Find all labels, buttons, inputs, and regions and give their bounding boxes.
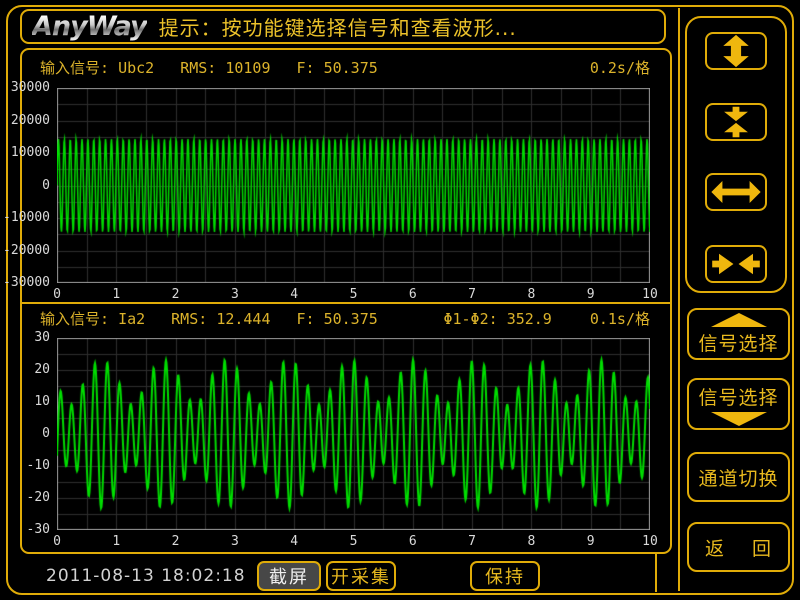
compress-vertical-icon <box>710 105 762 139</box>
compress-horizontal-button[interactable] <box>705 245 767 283</box>
lower-signal-readout: 输入信号: Ia2 <box>40 308 145 329</box>
signal-select-down-label: 信号选择 <box>698 383 778 410</box>
expand-vertical-icon <box>710 34 762 68</box>
lower-panel-header: 输入信号: Ia2 RMS: 12.444 F: 50.375 Φ1-Φ2: 3… <box>40 308 650 329</box>
waveform-area: 输入信号: Ubc2 RMS: 10109 F: 50.375 0.2s/格 3… <box>20 48 672 554</box>
lower-waveform-plot: 3020100-10-20-30 012345678910 <box>57 338 650 530</box>
back-label-left: 返 <box>705 534 725 561</box>
hint-text: 提示：按功能键选择信号和查看波形... <box>159 12 517 41</box>
upper-waveform-canvas <box>57 88 650 283</box>
upper-rms-readout: RMS: 10109 <box>180 59 270 77</box>
lower-waveform-canvas <box>57 338 650 530</box>
bottom-bar-separator <box>655 554 657 592</box>
brand-logo: AnyWay <box>32 11 147 42</box>
upper-waveform-plot: 3000020000100000-10000-20000-30000 01234… <box>57 88 650 283</box>
expand-horizontal-icon <box>710 175 762 209</box>
triangle-down-icon <box>711 412 767 426</box>
triangle-up-icon <box>711 313 767 327</box>
lower-freq-readout: F: 50.375 <box>297 310 378 328</box>
compress-vertical-button[interactable] <box>705 103 767 141</box>
channel-switch-label: 通道切换 <box>698 464 778 491</box>
channel-switch-button[interactable]: 通道切换 <box>687 452 790 502</box>
header-bar: AnyWay 提示：按功能键选择信号和查看波形... <box>20 9 666 44</box>
analyzer-screen: AnyWay 提示：按功能键选择信号和查看波形... 输入信号: Ubc2 RM… <box>0 0 800 600</box>
expand-vertical-button[interactable] <box>705 32 767 70</box>
lower-phase-readout: Φ1-Φ2: 352.9 <box>443 310 551 328</box>
sidebar-separator <box>678 8 680 591</box>
start-acquisition-button[interactable]: 开采集 <box>326 561 396 591</box>
upper-panel-header: 输入信号: Ubc2 RMS: 10109 F: 50.375 0.2s/格 <box>40 57 650 78</box>
upper-signal-readout: 输入信号: Ubc2 <box>40 57 154 78</box>
lower-rms-readout: RMS: 12.444 <box>171 310 270 328</box>
lower-timebase-readout: 0.1s/格 <box>590 308 650 329</box>
back-button[interactable]: 返 回 <box>687 522 790 572</box>
expand-horizontal-button[interactable] <box>705 173 767 211</box>
screenshot-button[interactable]: 截屏 <box>257 561 321 591</box>
timestamp: 2011-08-13 18:02:18 <box>46 566 246 586</box>
panel-divider <box>22 302 670 304</box>
signal-select-down-button[interactable]: 信号选择 <box>687 378 790 430</box>
upper-timebase-readout: 0.2s/格 <box>590 57 650 78</box>
upper-freq-readout: F: 50.375 <box>297 59 378 77</box>
signal-select-up-label: 信号选择 <box>698 329 778 356</box>
back-label-right: 回 <box>752 534 772 561</box>
signal-select-up-button[interactable]: 信号选择 <box>687 308 790 360</box>
compress-horizontal-icon <box>710 247 762 281</box>
hold-button[interactable]: 保持 <box>470 561 540 591</box>
